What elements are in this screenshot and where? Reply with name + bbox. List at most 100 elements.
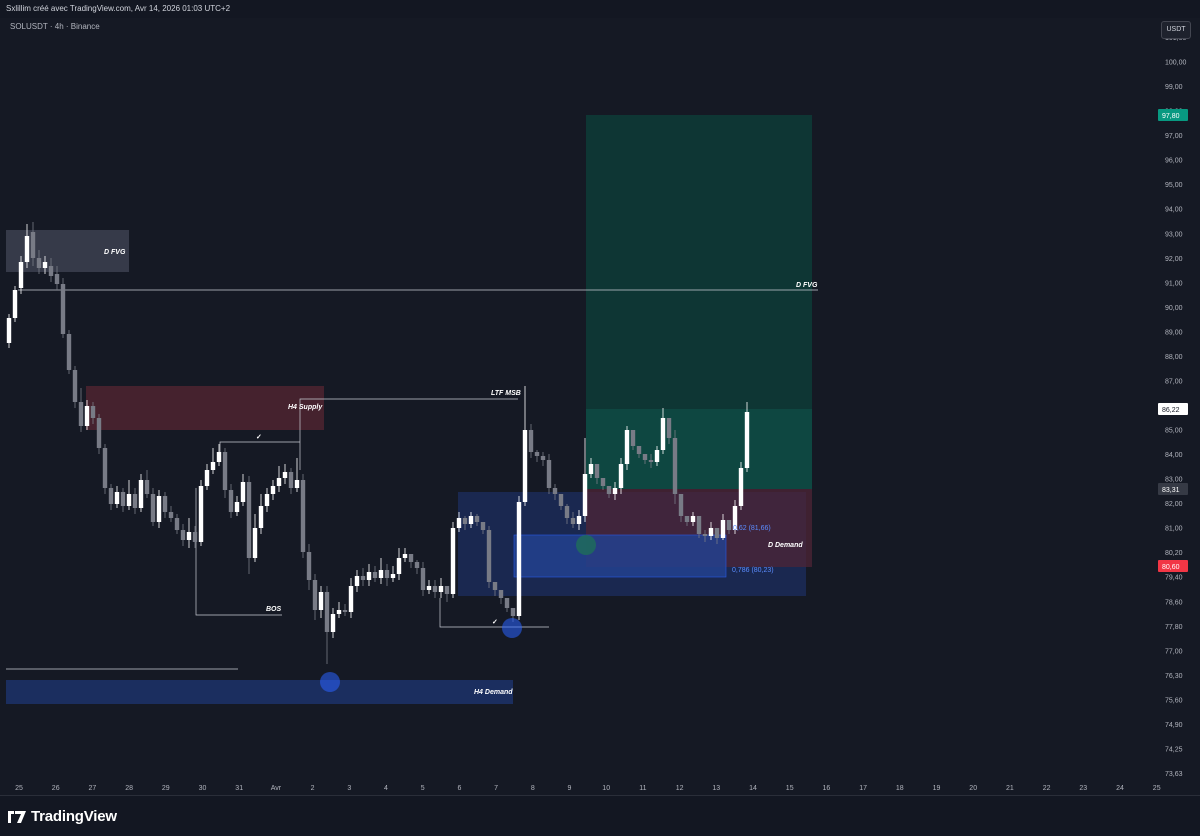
currency-button[interactable]: USDT <box>1161 21 1191 39</box>
candle <box>372 566 378 582</box>
label-h4-demand: H4 Demand <box>474 689 513 696</box>
ltf-msb-line <box>299 398 518 470</box>
time-axis[interactable]: 25 26 27 28 29 30 31 Avr 2 3 4 5 6 7 8 9 10 11 12 13 14 15 16 1… <box>15 785 1161 792</box>
price-tick-label: 84,00 <box>1165 452 1183 459</box>
candle <box>270 480 276 500</box>
time-tick-label: 11 <box>639 785 646 792</box>
marker-circle-blue-2 <box>320 672 340 692</box>
candle <box>516 496 522 620</box>
price-tick-label: 76,30 <box>1165 673 1183 680</box>
time-tick-label: 27 <box>89 785 97 792</box>
candle <box>186 518 192 548</box>
candle <box>264 488 270 512</box>
candle <box>402 548 408 562</box>
candle <box>210 448 216 474</box>
time-tick-label: 20 <box>969 785 977 792</box>
time-tick-label: 6 <box>457 785 461 792</box>
time-tick-label: 14 <box>749 785 757 792</box>
label-fib-62: 0,62 (81,66) <box>733 525 771 532</box>
tradingview-logo[interactable]: TradingView <box>8 808 117 825</box>
time-tick-label: 17 <box>859 785 867 792</box>
label-d-fvg-right: D FVG <box>796 282 818 289</box>
candle <box>72 366 78 408</box>
time-tick-label: 25 <box>1153 785 1161 792</box>
candle <box>522 386 528 506</box>
price-tag: 86,22 <box>1158 403 1188 415</box>
candle <box>114 486 120 508</box>
time-tick-label: 26 <box>52 785 60 792</box>
time-tick-label: 24 <box>1116 785 1124 792</box>
time-tick-label: 4 <box>384 785 388 792</box>
candle <box>132 488 138 514</box>
candle <box>240 474 246 506</box>
candle <box>498 590 504 604</box>
price-tick-label: 92,00 <box>1165 256 1183 263</box>
label-check-1: ✓ <box>256 434 262 441</box>
price-tag: 80,60 <box>1158 560 1188 572</box>
price-tick-label: 91,00 <box>1165 280 1183 287</box>
candle <box>138 474 144 512</box>
price-tag: 97,80 <box>1158 109 1188 121</box>
price-tick-label: 100,00 <box>1165 60 1187 67</box>
candle <box>150 488 156 526</box>
svg-text:80,60: 80,60 <box>1162 564 1180 571</box>
candle <box>360 568 366 586</box>
candle <box>486 526 492 588</box>
candle <box>120 488 126 512</box>
candle <box>378 558 384 584</box>
candle <box>624 426 630 470</box>
price-axis[interactable]: 101,00100,0099,0098,0097,0096,0095,0094,… <box>1158 35 1188 778</box>
candle <box>192 526 198 548</box>
label-fib-786: 0,786 (80,23) <box>732 567 774 574</box>
candle <box>252 514 258 562</box>
time-tick-label: 23 <box>1079 785 1087 792</box>
price-tick-label: 74,90 <box>1165 722 1183 729</box>
time-tick-label: 7 <box>494 785 498 792</box>
candle <box>162 492 168 518</box>
candle <box>306 544 312 590</box>
time-tick-label: 22 <box>1043 785 1051 792</box>
candle <box>426 580 432 594</box>
caption-bar: Sxlillim créé avec TradingView.com, Avr … <box>0 0 1200 19</box>
label-d-demand: D Demand <box>768 542 803 549</box>
candle <box>318 586 324 618</box>
time-tick-label: 19 <box>933 785 941 792</box>
fib-zone <box>513 534 727 578</box>
candle <box>126 480 132 510</box>
candle <box>174 514 180 534</box>
h4-demand-zone-bottom <box>6 680 513 704</box>
price-tick-label: 74,25 <box>1165 746 1183 753</box>
price-tick-label: 97,00 <box>1165 133 1183 140</box>
candle <box>144 470 150 498</box>
svg-text:97,80: 97,80 <box>1162 113 1180 120</box>
candle <box>276 466 282 492</box>
time-tick-label: 2 <box>311 785 315 792</box>
price-tick-label: 75,60 <box>1165 697 1183 704</box>
tradingview-logo-text: TradingView <box>31 808 117 825</box>
candle <box>366 564 372 586</box>
time-tick-label: 12 <box>676 785 684 792</box>
candle <box>408 554 414 568</box>
price-chart[interactable]: D FVG D FVG H4 Supply LTF MSB BOS ✓ ✓ H4… <box>0 18 1200 795</box>
candle <box>228 484 234 518</box>
candle <box>282 464 288 484</box>
time-tick-label: 10 <box>602 785 610 792</box>
price-tick-label: 85,00 <box>1165 428 1183 435</box>
candle <box>324 586 330 664</box>
svg-text:86,22: 86,22 <box>1162 407 1180 414</box>
tradingview-logo-icon <box>8 810 26 823</box>
label-d-fvg-left: D FVG <box>104 249 126 256</box>
time-tick-label: 25 <box>15 785 23 792</box>
candle <box>288 468 294 494</box>
price-tick-label: 94,00 <box>1165 207 1183 214</box>
candle <box>342 604 348 616</box>
candle <box>444 586 450 602</box>
footer: TradingView <box>0 795 1200 836</box>
marker-circle-green <box>576 535 596 555</box>
price-tick-label: 87,00 <box>1165 378 1183 385</box>
candle <box>12 286 18 322</box>
price-tag: 83,31 <box>1158 483 1188 495</box>
candle <box>60 278 66 338</box>
time-tick-label: 15 <box>786 785 794 792</box>
price-tick-label: 78,60 <box>1165 599 1183 606</box>
